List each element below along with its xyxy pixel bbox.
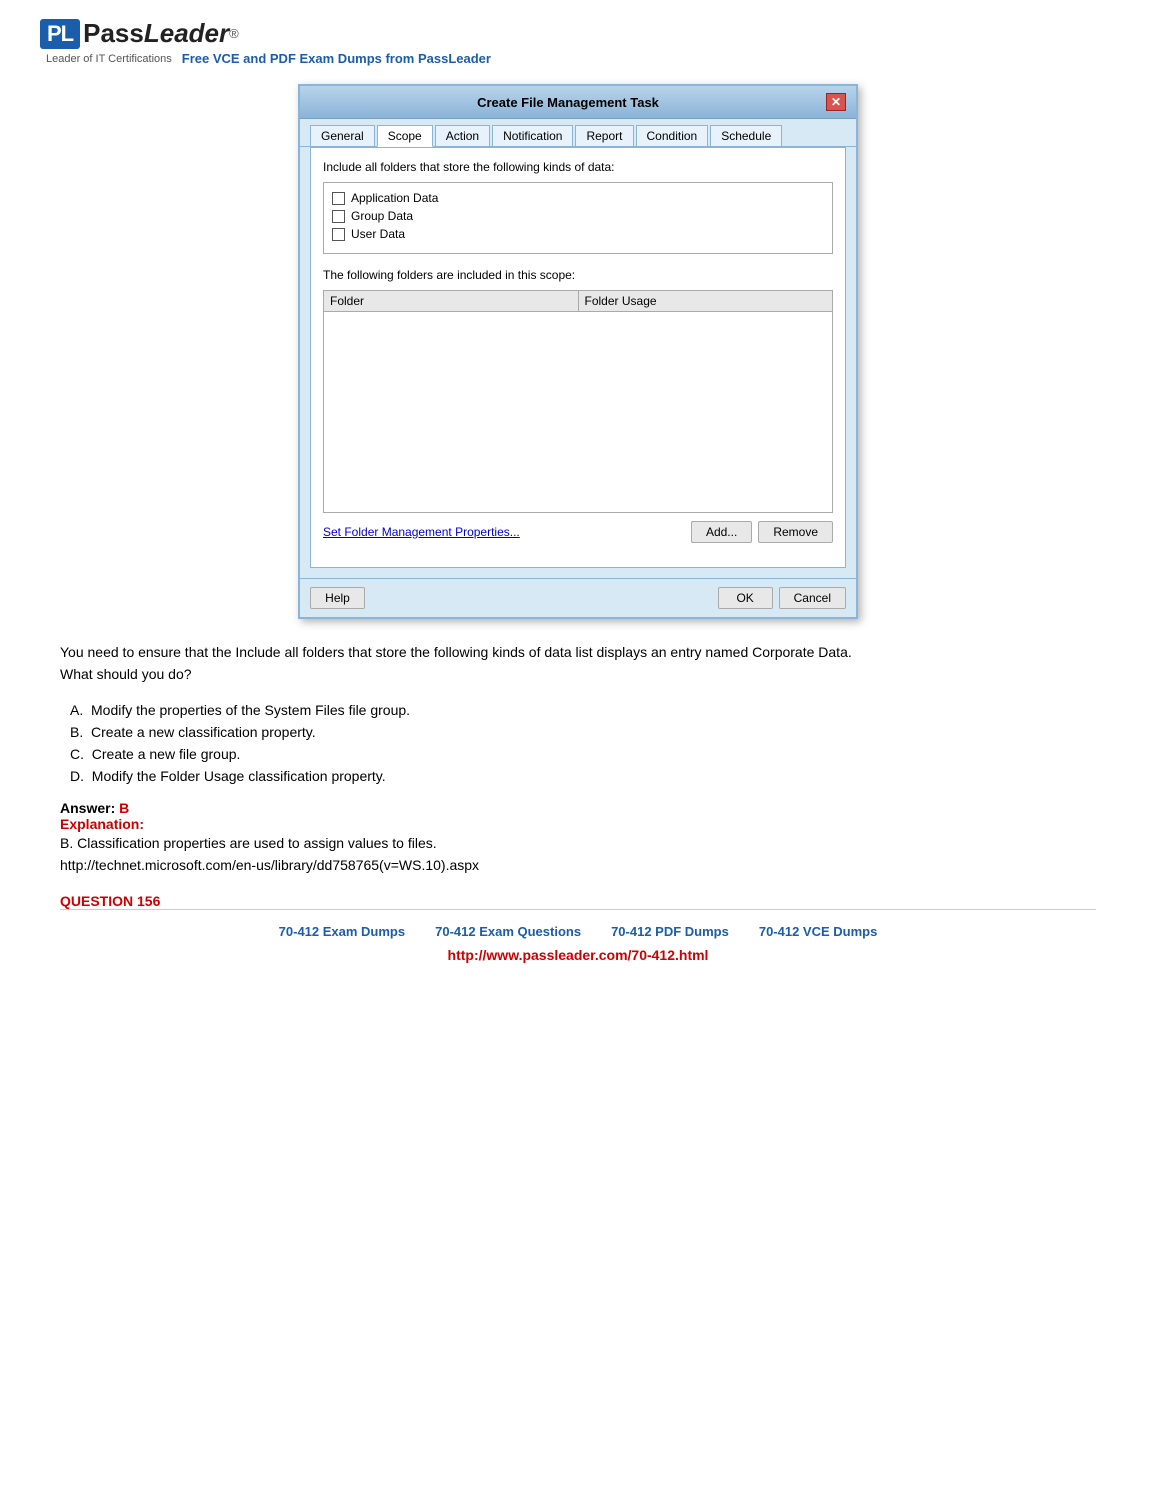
option-b-text: Create a new classification property. <box>91 724 316 740</box>
footer-left: Help <box>310 587 365 609</box>
create-file-task-dialog: Create File Management Task ✕ General Sc… <box>298 84 858 619</box>
dialog-title: Create File Management Task <box>310 95 826 110</box>
checkbox-group-data[interactable]: Group Data <box>332 209 824 223</box>
checkbox-application-data-box[interactable] <box>332 192 345 205</box>
remove-button[interactable]: Remove <box>758 521 833 543</box>
answer-value-text: B <box>119 800 129 816</box>
option-b: B. Create a new classification property. <box>60 724 1096 740</box>
folder-actions: Set Folder Management Properties... Add.… <box>323 521 833 543</box>
option-a-text: Modify the properties of the System File… <box>91 702 410 718</box>
checkbox-application-data[interactable]: Application Data <box>332 191 824 205</box>
footer-url[interactable]: http://www.passleader.com/70-412.html <box>60 947 1096 963</box>
footer-link-exam-questions[interactable]: 70-412 Exam Questions <box>435 924 581 939</box>
footer-link-row: 70-412 Exam Dumps 70-412 Exam Questions … <box>60 924 1096 939</box>
answer-options-list: A. Modify the properties of the System F… <box>60 702 1096 784</box>
option-c: C. Create a new file group. <box>60 746 1096 762</box>
logo-reg: ® <box>229 26 239 41</box>
tagline-right: Free VCE and PDF Exam Dumps from PassLea… <box>182 51 491 66</box>
tab-report[interactable]: Report <box>575 125 633 146</box>
tab-general[interactable]: General <box>310 125 375 146</box>
answer-section: Answer: B Explanation: B. Classification… <box>60 800 1096 877</box>
question-number: QUESTION 156 <box>60 893 1096 909</box>
dialog-body: Include all folders that store the follo… <box>310 147 846 568</box>
footer-link-vce-dumps[interactable]: 70-412 VCE Dumps <box>759 924 878 939</box>
answer-row: Answer: B <box>60 800 1096 816</box>
folder-table-header: Folder Folder Usage <box>324 291 832 312</box>
cancel-button[interactable]: Cancel <box>779 587 846 609</box>
option-c-text: Create a new file group. <box>92 746 241 762</box>
explanation-row: Explanation: <box>60 816 1096 832</box>
option-d-text: Modify the Folder Usage classification p… <box>92 768 386 784</box>
folder-table: Folder Folder Usage <box>323 290 833 513</box>
checkbox-user-data[interactable]: User Data <box>332 227 824 241</box>
option-c-letter: C. <box>70 746 84 762</box>
tab-schedule[interactable]: Schedule <box>710 125 782 146</box>
footer-right: OK Cancel <box>718 587 846 609</box>
dialog-titlebar: Create File Management Task ✕ <box>300 86 856 119</box>
explanation-label: Explanation: <box>60 816 144 832</box>
logo-pass-text: Pass <box>83 18 144 49</box>
explanation-text: B. Classification properties are used to… <box>60 832 1096 877</box>
tab-condition[interactable]: Condition <box>636 125 709 146</box>
logo-leader-text: Leader <box>144 18 229 49</box>
add-button[interactable]: Add... <box>691 521 752 543</box>
include-label: Include all folders that store the follo… <box>323 160 833 174</box>
tab-action[interactable]: Action <box>435 125 490 146</box>
footer-link-pdf-dumps[interactable]: 70-412 PDF Dumps <box>611 924 729 939</box>
logo-row: PL PassLeader® <box>40 18 239 49</box>
help-button[interactable]: Help <box>310 587 365 609</box>
dialog-tabs: General Scope Action Notification Report… <box>300 119 856 147</box>
tab-scope[interactable]: Scope <box>377 125 433 147</box>
tagline-row: Leader of IT Certifications Free VCE and… <box>46 51 491 66</box>
tab-notification[interactable]: Notification <box>492 125 573 146</box>
footer-links: 70-412 Exam Dumps 70-412 Exam Questions … <box>60 909 1096 971</box>
tagline-left: Leader of IT Certifications <box>46 53 172 65</box>
option-d-letter: D. <box>70 768 84 784</box>
question-text: You need to ensure that the Include all … <box>60 641 1096 686</box>
dialog-wrapper: Create File Management Task ✕ General Sc… <box>60 84 1096 619</box>
set-folder-properties-link[interactable]: Set Folder Management Properties... <box>323 525 520 539</box>
dialog-footer: Help OK Cancel <box>300 578 856 617</box>
checkbox-list: Application Data Group Data User Data <box>323 182 833 254</box>
footer-link-exam-dumps[interactable]: 70-412 Exam Dumps <box>279 924 405 939</box>
folders-label: The following folders are included in th… <box>323 268 833 282</box>
option-b-letter: B. <box>70 724 83 740</box>
main-content: Create File Management Task ✕ General Sc… <box>0 74 1156 991</box>
folder-col-usage-header: Folder Usage <box>579 291 833 311</box>
answer-label: Answer: <box>60 800 115 816</box>
close-button[interactable]: ✕ <box>826 93 846 111</box>
logo-pl-box: PL <box>40 19 80 49</box>
option-d: D. Modify the Folder Usage classificatio… <box>60 768 1096 784</box>
folder-table-body <box>324 312 832 512</box>
checkbox-user-data-label: User Data <box>351 227 405 241</box>
folder-col-folder-header: Folder <box>324 291 579 311</box>
page-header: PL PassLeader® Leader of IT Certificatio… <box>0 0 1156 74</box>
folder-right-buttons: Add... Remove <box>691 521 833 543</box>
option-a-letter: A. <box>70 702 83 718</box>
checkbox-group-data-box[interactable] <box>332 210 345 223</box>
option-a: A. Modify the properties of the System F… <box>60 702 1096 718</box>
checkbox-user-data-box[interactable] <box>332 228 345 241</box>
checkbox-application-data-label: Application Data <box>351 191 438 205</box>
ok-button[interactable]: OK <box>718 587 773 609</box>
checkbox-group-data-label: Group Data <box>351 209 413 223</box>
